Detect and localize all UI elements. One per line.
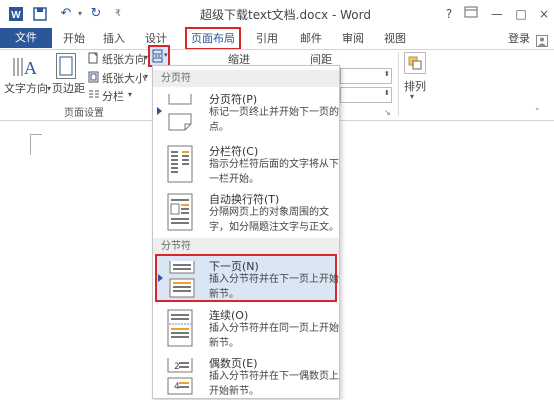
tab-mailings[interactable]: 邮件 [296,28,326,50]
menu-item-desc: 分隔网页上的对象周围的文字，如分隔题注文字与正文。 [209,207,339,233]
margin-marker [30,135,31,155]
login-link[interactable]: 登录 [504,28,534,50]
arrange-icon[interactable] [404,52,426,74]
window-title: 超级下载text文档.docx - Word [200,8,371,22]
columns-button[interactable]: 分栏 [102,88,124,104]
ribbon-separator [398,52,399,116]
orientation-icon[interactable] [88,52,100,64]
page-break-icon [165,92,195,132]
menu-item-column-break[interactable]: 分栏符(C) 指示分栏符后面的文字将从下一栏开始。 [157,142,339,188]
user-avatar-icon[interactable] [536,35,548,47]
text-direction-dropdown-icon[interactable]: ▾ [47,84,51,93]
svg-text:2: 2 [174,362,180,372]
menu-item-page-break[interactable]: 分页符(P) 标记一页终止并开始下一页的点。 [157,90,339,136]
restore-button[interactable]: □ [512,5,530,23]
continuous-break-icon [165,308,195,348]
minimize-button[interactable]: — [488,5,506,23]
customize-quick-access-icon[interactable]: ₹ [110,6,126,22]
close-button[interactable]: × [535,5,553,23]
pointer-icon [158,274,163,282]
page-breaks-header: 分页符 [153,70,339,87]
arrange-button[interactable]: 排列 [404,78,426,94]
menu-item-continuous[interactable]: 连续(O) 插入分节符并在同一页上开始新节。 [157,306,339,352]
tab-page-layout[interactable]: 页面布局 [185,27,241,50]
paper-size-icon[interactable] [88,71,100,83]
save-icon[interactable] [32,6,48,22]
margins-icon[interactable] [56,53,76,79]
tab-view[interactable]: 视图 [380,28,410,50]
svg-text:▾: ▾ [164,51,168,59]
word-logo-icon: W [8,6,24,22]
margin-marker-h [30,134,42,135]
columns-icon[interactable] [88,89,100,101]
menu-item-desc: 标记一页终止并开始下一页的点。 [209,107,339,133]
breaks-button[interactable]: ▾ [148,45,170,67]
help-button[interactable]: ? [440,5,458,23]
paragraph-dialog-launcher-icon[interactable]: ↘ [384,108,391,117]
text-wrapping-icon [165,192,195,232]
tab-file[interactable]: 文件 [0,28,52,48]
breaks-menu: 分页符 分页符(P) 标记一页终止并开始下一页的点。 分栏符(C) 指示分栏符后… [152,65,340,399]
column-break-icon [165,144,195,184]
menu-item-even-page[interactable]: 2 4 偶数页(E) 插入分节符并在下一偶数页上开始新节。 [157,354,339,400]
even-page-break-icon: 2 4 [165,356,195,396]
arrange-dropdown-icon[interactable]: ▾ [410,92,414,101]
text-direction-button[interactable]: 文字方向 [4,80,48,96]
page-setup-group-label: 页面设置 [64,108,104,119]
margins-button[interactable]: 页边距 [52,80,85,96]
columns-dropdown-icon[interactable]: ▾ [128,90,132,99]
section-breaks-header: 分节符 [153,238,339,255]
spacing-before-spin-icon[interactable]: ⬍ [384,70,390,78]
spacing-after-spin-icon[interactable]: ⬍ [384,89,390,97]
ribbon-display-options-icon[interactable] [462,5,480,23]
redo-icon[interactable]: ↻ [88,6,104,22]
orientation-button[interactable]: 纸张方向 [102,51,146,67]
menu-item-desc: 指示分栏符后面的文字将从下一栏开始。 [209,159,339,185]
menu-item-next-page[interactable]: 下一页(N) 插入分节符并在下一页上开始新节。 [155,254,339,302]
undo-dropdown-icon[interactable]: ▾ [72,6,88,22]
paper-size-dropdown-icon[interactable]: ▾ [144,72,148,81]
menu-item-text-wrapping[interactable]: 自动换行符(T) 分隔网页上的对象周围的文字，如分隔题注文字与正文。 [157,190,339,240]
tab-references[interactable]: 引用 [252,28,282,50]
menu-item-desc: 插入分节符并在下一页上开始新节。 [209,274,339,300]
text-direction-icon[interactable]: A [10,54,40,80]
tab-home[interactable]: 开始 [58,28,90,50]
svg-text:A: A [24,58,37,78]
collapse-ribbon-icon[interactable]: ˄ [535,108,540,118]
svg-text:W: W [11,10,21,21]
pointer-icon [157,107,162,115]
next-page-break-icon [167,259,197,299]
menu-item-desc: 插入分节符并在同一页上开始新节。 [209,323,339,349]
menu-item-desc: 插入分节符并在下一偶数页上开始新节。 [209,371,339,397]
tab-review[interactable]: 审阅 [338,28,368,50]
paper-size-button[interactable]: 纸张大小 [102,70,146,86]
tab-insert[interactable]: 插入 [98,28,130,50]
